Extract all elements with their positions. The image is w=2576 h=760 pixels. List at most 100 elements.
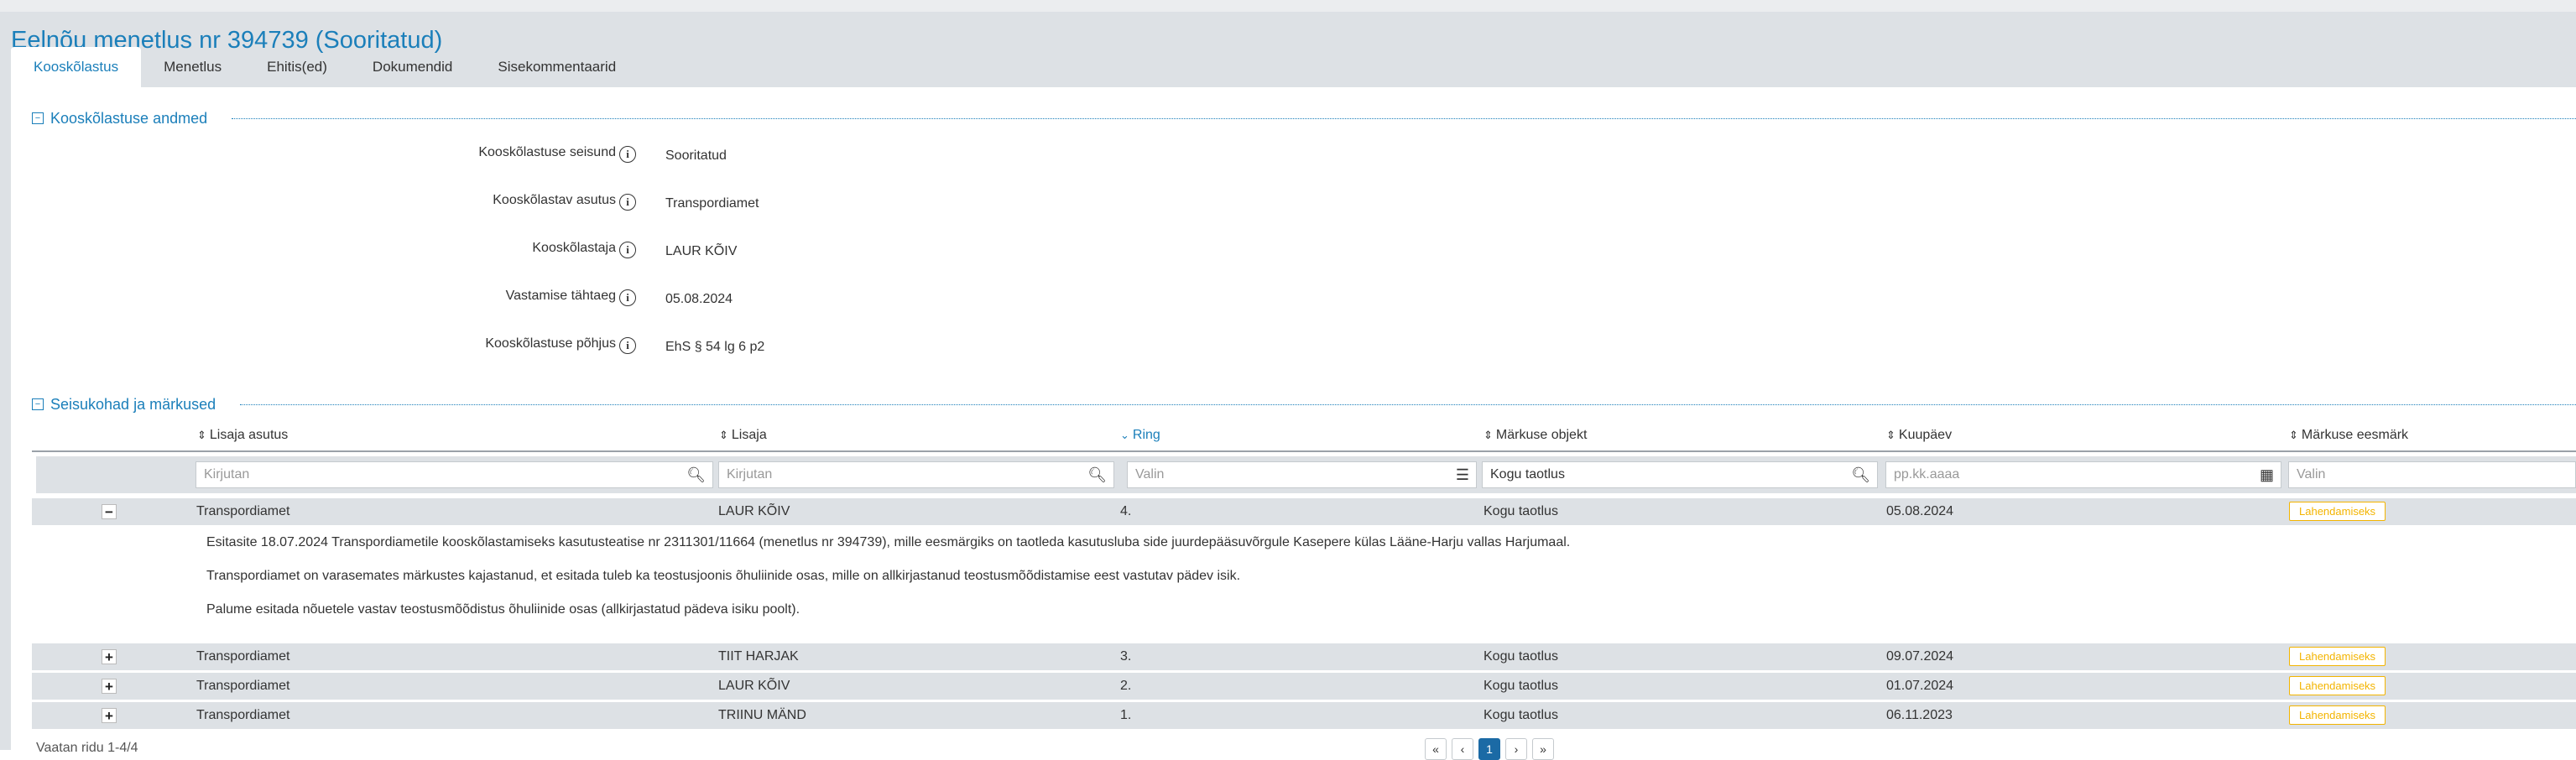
field-label: Kooskõlastav asutus (493, 193, 616, 207)
section-divider (240, 404, 2576, 405)
collapse-row-icon[interactable]: − (102, 504, 117, 519)
column-markuse-objekt[interactable]: ⇕ Märkuse objekt (1484, 428, 1587, 443)
tab-menetlus[interactable]: Menetlus (141, 47, 244, 87)
last-page-button[interactable]: » (1532, 738, 1554, 760)
cell-objekt: Kogu taotlus (1484, 679, 1558, 693)
column-label: Lisaja asutus (209, 428, 289, 442)
cell-objekt: Kogu taotlus (1484, 649, 1558, 664)
section-title: Kooskõlastuse andmed (50, 109, 208, 127)
column-kuupaev[interactable]: ⇕ Kuupäev (1886, 428, 1952, 443)
sort-icon: ⇕ (1484, 429, 1493, 441)
calendar-icon[interactable]: ▦ (2260, 466, 2274, 483)
cell-asutus: Transpordiamet (196, 708, 290, 722)
tab-bar: Kooskõlastus Menetlus Ehitis(ed) Dokumen… (11, 47, 639, 87)
detail-paragraph: Transpordiamet on varasemates märkustes … (206, 569, 1241, 583)
status-badge: Lahendamiseks (2289, 647, 2386, 666)
section-kooskolastuse-andmed: − Kooskõlastuse andmed (32, 109, 2576, 128)
table-row[interactable]: + Transpordiamet TRIINU MÄND 1. Kogu tao… (32, 702, 2576, 729)
filter-lisaja-asutus-input[interactable]: Kirjutan 🔍︎ (196, 461, 713, 488)
filter-lisaja-input[interactable]: Kirjutan 🔍︎ (718, 461, 1114, 488)
filter-value: Kogu taotlus (1490, 467, 1565, 482)
info-icon[interactable]: i (619, 337, 636, 354)
sort-icon: ⇕ (197, 429, 206, 441)
header-divider (32, 450, 2576, 452)
pagination: « ‹ 1 › » (1425, 738, 1554, 760)
collapse-icon[interactable]: − (32, 398, 44, 410)
column-label: Märkuse eesmärk (2301, 428, 2409, 442)
sort-icon: ⇕ (2289, 429, 2298, 441)
pagination-info: Vaatan ridu 1-4/4 (36, 741, 138, 755)
status-badge: Lahendamiseks (2289, 502, 2386, 521)
column-lisaja[interactable]: ⇕ Lisaja (719, 428, 767, 443)
column-ring[interactable]: ⌄ Ring (1120, 428, 1160, 443)
placeholder-text: Valin (2297, 467, 2326, 482)
tab-dokumendid[interactable]: Dokumendid (350, 47, 475, 87)
field-label: Kooskõlastuse seisund (478, 145, 616, 159)
filter-kuupaev-input[interactable]: pp.kk.aaaa ▦ (1885, 461, 2281, 488)
section-title: Seisukohad ja märkused (50, 395, 216, 413)
field-value: LAUR KÕIV (665, 244, 738, 258)
info-icon[interactable]: i (619, 146, 636, 163)
cell-ring: 2. (1120, 679, 1132, 693)
field-label: Vastamise tähtaeg (505, 289, 616, 303)
prev-page-button[interactable]: ‹ (1452, 738, 1473, 760)
tab-ehitised[interactable]: Ehitis(ed) (244, 47, 350, 87)
field-value: 05.08.2024 (665, 292, 733, 306)
field-kooskolastuse-pohjus: Kooskõlastuse põhjus i EhS § 54 lg 6 p2 (0, 336, 839, 357)
next-page-button[interactable]: › (1505, 738, 1527, 760)
table-row[interactable]: + Transpordiamet LAUR KÕIV 2. Kogu taotl… (32, 673, 2576, 700)
cell-lisaja: TIIT HARJAK (718, 649, 799, 664)
chevron-down-icon: ⌄ (1120, 429, 1129, 441)
page-button-current[interactable]: 1 (1478, 738, 1500, 760)
info-icon[interactable]: i (619, 194, 636, 211)
column-label: Ring (1132, 428, 1160, 442)
field-value: EhS § 54 lg 6 p2 (665, 340, 765, 354)
placeholder-text: Kirjutan (204, 467, 250, 482)
placeholder-text: Kirjutan (727, 467, 773, 482)
placeholder-text: pp.kk.aaaa (1894, 467, 1960, 482)
info-icon[interactable]: i (619, 289, 636, 306)
field-value: Sooritatud (665, 148, 727, 163)
cell-lisaja: TRIINU MÄND (718, 708, 806, 722)
sort-icon: ⇕ (1886, 429, 1895, 441)
filter-markuse-eesmark-select[interactable]: Valin (2288, 461, 2576, 488)
status-badge: Lahendamiseks (2289, 676, 2386, 695)
cell-kuupaev: 09.07.2024 (1886, 649, 1954, 664)
field-label: Kooskõlastuse põhjus (485, 336, 616, 351)
search-icon[interactable]: 🔍︎ (1851, 466, 1870, 483)
browser-top-strip (0, 0, 2576, 12)
field-kooskolastuse-seisund: Kooskõlastuse seisund i Sooritatud (0, 145, 839, 165)
detail-paragraph: Palume esitada nõuetele vastav teostusmõ… (206, 602, 800, 617)
sort-icon: ⇕ (719, 429, 728, 441)
section-seisukohad: − Seisukohad ja märkused (32, 395, 2576, 414)
table-row[interactable]: + Transpordiamet TIIT HARJAK 3. Kogu tao… (32, 643, 2576, 670)
expand-row-icon[interactable]: + (102, 679, 117, 694)
expand-row-icon[interactable]: + (102, 708, 117, 723)
row-detail: Esitasite 18.07.2024 Transpordiametile k… (32, 527, 2576, 641)
detail-paragraph: Esitasite 18.07.2024 Transpordiametile k… (206, 535, 1571, 549)
column-markuse-eesmark[interactable]: ⇕ Märkuse eesmärk (2289, 428, 2408, 443)
left-rail (0, 87, 11, 750)
cell-ring: 3. (1120, 649, 1132, 664)
column-label: Märkuse objekt (1495, 428, 1588, 442)
field-kooskolastaja: Kooskõlastaja i LAUR KÕIV (0, 241, 839, 261)
info-icon[interactable]: i (619, 242, 636, 258)
section-divider (232, 118, 2576, 119)
column-lisaja-asutus[interactable]: ⇕ Lisaja asutus (197, 428, 288, 443)
expand-row-icon[interactable]: + (102, 649, 117, 664)
table-row[interactable]: − Transpordiamet LAUR KÕIV 4. Kogu taotl… (32, 498, 2576, 525)
field-vastamise-tahtaeg: Vastamise tähtaeg i 05.08.2024 (0, 289, 839, 309)
filter-markuse-objekt-input[interactable]: Kogu taotlus 🔍︎ (1482, 461, 1878, 488)
tab-sisekommentaarid[interactable]: Sisekommentaarid (475, 47, 639, 87)
search-icon[interactable]: 🔍︎ (1087, 466, 1107, 483)
placeholder-text: Valin (1135, 467, 1165, 482)
cell-asutus: Transpordiamet (196, 679, 290, 693)
field-kooskolastav-asutus: Kooskõlastav asutus i Transpordiamet (0, 193, 839, 213)
first-page-button[interactable]: « (1425, 738, 1447, 760)
list-icon[interactable]: ☰ (1456, 466, 1469, 483)
filter-ring-select[interactable]: Valin ☰ (1127, 461, 1477, 488)
search-icon[interactable]: 🔍︎ (686, 466, 706, 483)
collapse-icon[interactable]: − (32, 112, 44, 124)
cell-ring: 4. (1120, 504, 1132, 518)
tab-kooskolastus[interactable]: Kooskõlastus (11, 47, 142, 87)
